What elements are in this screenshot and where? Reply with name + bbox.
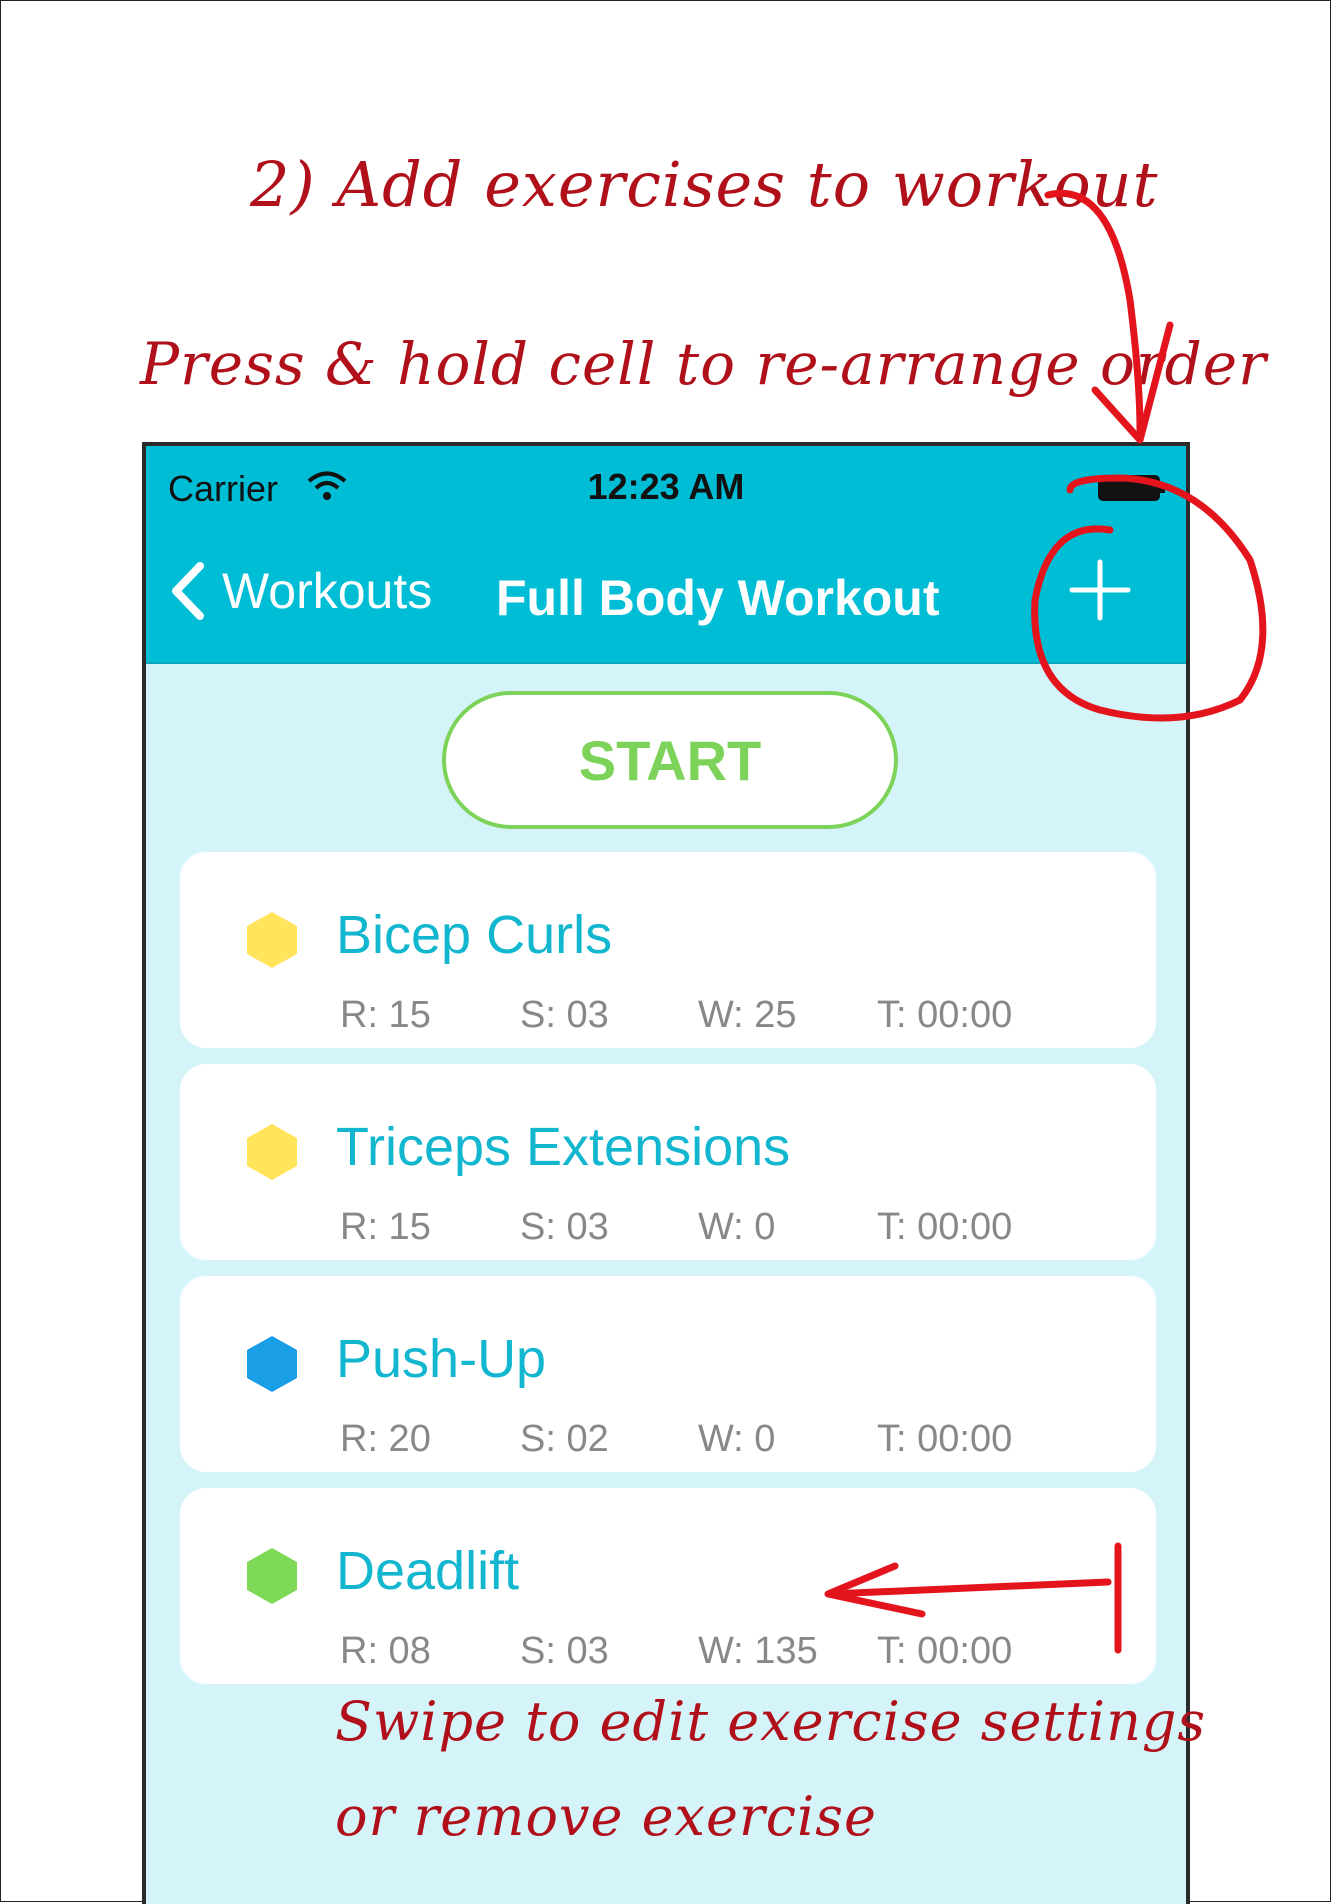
reps-stat: R: 15 xyxy=(340,994,431,1036)
status-time: 12:23 AM xyxy=(587,466,745,507)
exercise-cell[interactable]: Deadlift R: 08 S: 03 W: 135 T: 00:00 xyxy=(180,1488,1156,1684)
reps-stat: R: 20 xyxy=(340,1418,431,1460)
exercise-cell[interactable]: Push-Up R: 20 S: 02 W: 0 T: 00:00 xyxy=(180,1276,1156,1472)
time-stat: T: 00:00 xyxy=(877,1418,1013,1460)
sets-stat: S: 02 xyxy=(520,1418,609,1460)
annotation-press-hold: Press & hold cell to re-arrange order xyxy=(140,330,1267,398)
plus-icon[interactable] xyxy=(1058,548,1142,632)
phone-screen: Carrier 12:23 AM Workouts Full Body Work… xyxy=(142,442,1190,1904)
status-bar: Carrier 12:23 AM xyxy=(146,446,1186,526)
reps-stat: R: 15 xyxy=(340,1206,431,1248)
hexagon-icon xyxy=(247,1548,297,1604)
annotation-swipe-line2: or remove exercise xyxy=(335,1785,877,1848)
weight-stat: W: 0 xyxy=(698,1206,776,1248)
hexagon-icon xyxy=(247,1336,297,1392)
annotation-add-exercises: 2) Add exercises to workout xyxy=(250,148,1159,221)
exercise-name: Bicep Curls xyxy=(336,905,613,965)
sets-stat: S: 03 xyxy=(520,994,609,1036)
weight-stat: W: 0 xyxy=(698,1418,776,1460)
sets-stat: S: 03 xyxy=(520,1630,609,1672)
exercise-name: Push-Up xyxy=(336,1329,547,1389)
time-stat: T: 00:00 xyxy=(877,994,1013,1036)
exercise-name: Deadlift xyxy=(336,1541,520,1601)
hexagon-icon xyxy=(247,1124,297,1180)
time-stat: T: 00:00 xyxy=(877,1630,1013,1672)
start-button[interactable]: START xyxy=(442,691,898,829)
weight-stat: W: 25 xyxy=(698,994,797,1036)
time-stat: T: 00:00 xyxy=(877,1206,1013,1248)
reps-stat: R: 08 xyxy=(340,1630,431,1672)
header: Carrier 12:23 AM Workouts Full Body Work… xyxy=(146,446,1186,664)
hexagon-icon xyxy=(247,912,297,968)
back-button[interactable]: Workouts xyxy=(168,556,432,626)
weight-stat: W: 135 xyxy=(698,1630,818,1672)
exercise-list: Bicep Curls R: 15 S: 03 W: 25 T: 00:00 Tricep… xyxy=(180,852,1156,1700)
battery-icon xyxy=(1098,475,1165,501)
sets-stat: S: 03 xyxy=(520,1206,609,1248)
back-label: Workouts xyxy=(222,563,433,619)
page-title: Full Body Workout xyxy=(496,570,940,626)
navigation-bar: Workouts Full Body Workout xyxy=(146,526,1186,660)
exercise-name: Triceps Extensions xyxy=(336,1117,791,1177)
exercise-cell[interactable]: Triceps Extensions R: 15 S: 03 W: 0 T: 00:00 xyxy=(180,1064,1156,1260)
chevron-left-icon xyxy=(172,562,204,620)
exercise-cell[interactable]: Bicep Curls R: 15 S: 03 W: 25 T: 00:00 xyxy=(180,852,1156,1048)
annotation-swipe-line1: Swipe to edit exercise settings xyxy=(335,1690,1207,1753)
